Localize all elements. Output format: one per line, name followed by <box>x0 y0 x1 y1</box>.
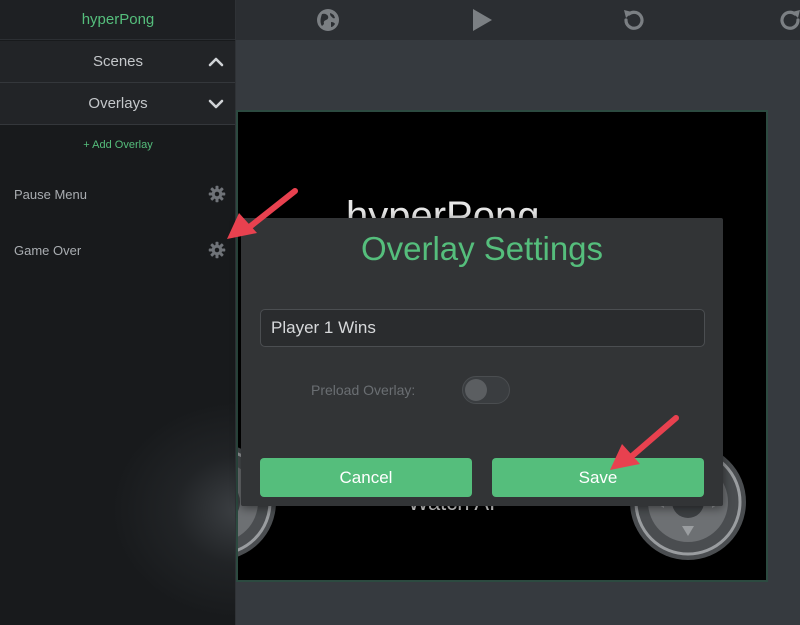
globe-button[interactable] <box>314 6 342 34</box>
preload-overlay-label: Preload Overlay: <box>311 382 416 398</box>
overlay-item-pause-menu[interactable]: Pause Menu <box>0 179 235 209</box>
gear-icon[interactable] <box>208 185 226 203</box>
sidebar-glow <box>110 400 235 620</box>
undo-icon <box>624 10 644 30</box>
preload-overlay-toggle[interactable] <box>462 376 510 404</box>
refresh-icon <box>780 10 800 30</box>
play-button[interactable] <box>468 6 496 34</box>
overlay-item-label: Pause Menu <box>14 187 87 202</box>
sidebar: hyperPong Scenes Overlays + Add Overlay … <box>0 0 236 625</box>
section-overlays[interactable]: Overlays <box>0 83 235 125</box>
undo-button[interactable] <box>620 6 648 34</box>
chevron-down-icon <box>208 99 224 109</box>
toggle-knob <box>465 379 487 401</box>
chevron-up-icon <box>208 57 224 67</box>
overlay-item-label: Game Over <box>14 243 82 258</box>
section-scenes[interactable]: Scenes <box>0 41 235 83</box>
overlay-settings-dialog: Overlay Settings Preload Overlay: Cancel… <box>241 218 723 506</box>
gear-icon[interactable] <box>208 241 226 259</box>
save-button[interactable]: Save <box>492 458 704 497</box>
play-icon <box>473 9 492 31</box>
overlay-item-game-over[interactable]: Game Over <box>0 235 235 265</box>
add-overlay-link[interactable]: + Add Overlay <box>0 134 235 156</box>
dialog-title: Overlay Settings <box>360 230 604 267</box>
refresh-button[interactable] <box>776 6 800 34</box>
toolbar <box>236 0 800 40</box>
globe-icon <box>317 9 339 31</box>
section-scenes-label: Scenes <box>92 53 144 70</box>
overlay-name-input[interactable] <box>260 309 705 347</box>
cancel-button[interactable]: Cancel <box>260 458 472 497</box>
app-title: hyperPong <box>0 0 235 40</box>
section-overlays-label: Overlays <box>88 95 148 112</box>
